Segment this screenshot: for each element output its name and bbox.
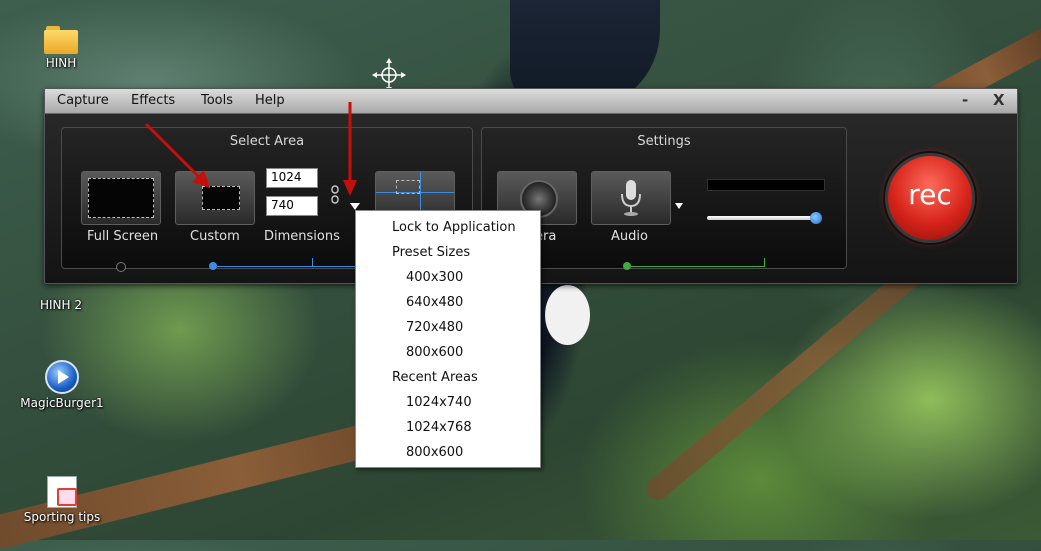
menu-tools[interactable]: Tools [201, 93, 233, 108]
menu-item-1024x768[interactable]: 1024x768 [356, 415, 540, 440]
media-player-icon [45, 360, 79, 394]
menu-help[interactable]: Help [255, 93, 285, 108]
close-button[interactable]: X [993, 91, 1005, 109]
menu-item-800x600[interactable]: 800x600 [356, 340, 540, 365]
desktop-icon-hinh[interactable]: HINH [36, 26, 86, 70]
menu-item-lock-to-application[interactable]: Lock to Application [356, 215, 540, 240]
volume-slider-knob[interactable] [810, 212, 822, 224]
select-area-track [217, 266, 367, 267]
lock-aspect-icon[interactable] [330, 185, 340, 205]
desktop-icon-hinh-2[interactable]: HINH 2 [26, 296, 96, 312]
desktop-icon-label: HINH 2 [39, 298, 82, 312]
menu-bar: Capture Effects Tools Help - X [45, 89, 1017, 114]
audio-level-meter [707, 179, 825, 191]
audio-button[interactable] [591, 171, 671, 225]
width-input[interactable]: 1024 [266, 168, 318, 188]
settings-tick [764, 258, 765, 266]
folder-icon [44, 26, 78, 54]
crosshair-cursor-icon [372, 58, 406, 92]
menu-capture[interactable]: Capture [57, 93, 109, 108]
menu-item-400x300[interactable]: 400x300 [356, 265, 540, 290]
height-input[interactable]: 740 [266, 196, 318, 216]
full-screen-indicator [116, 262, 126, 272]
record-button[interactable]: rec [885, 153, 975, 243]
select-area-title: Select Area [229, 134, 305, 149]
document-icon [47, 476, 77, 508]
background-bird-belly [545, 285, 590, 345]
menu-item-640x480[interactable]: 640x480 [356, 290, 540, 315]
minimize-button[interactable]: - [962, 91, 968, 109]
desktop-icon-sporting-tips[interactable]: Sporting tips [14, 476, 110, 524]
annotation-arrow-custom [144, 122, 210, 188]
dimensions-label: Dimensions [264, 229, 340, 244]
settings-track [631, 266, 765, 267]
volume-slider[interactable] [707, 216, 817, 220]
annotation-arrow-dropdown [343, 102, 357, 196]
custom-indicator [209, 262, 217, 270]
menu-item-720x480[interactable]: 720x480 [356, 315, 540, 340]
menu-item-1024x740[interactable]: 1024x740 [356, 390, 540, 415]
menu-item-800x600-recent[interactable]: 800x600 [356, 440, 540, 465]
desktop-icon-magicburger1[interactable]: MagicBurger1 [14, 360, 110, 410]
desktop-icon-label: HINH [45, 56, 77, 70]
custom-label: Custom [190, 229, 240, 244]
settings-title: Settings [637, 134, 691, 149]
dimensions-dropdown-menu: Lock to Application Preset Sizes 400x300… [355, 210, 541, 468]
menu-item-preset-sizes[interactable]: Preset Sizes [356, 240, 540, 265]
microphone-icon [621, 180, 641, 216]
audio-indicator [623, 262, 631, 270]
desktop-icon-label: Sporting tips [23, 510, 101, 524]
audio-label: Audio [611, 229, 648, 244]
menu-effects[interactable]: Effects [131, 93, 175, 108]
select-area-tick [312, 258, 313, 266]
full-screen-label: Full Screen [87, 229, 159, 244]
desktop-icon-label: MagicBurger1 [20, 396, 104, 410]
menu-item-recent-areas[interactable]: Recent Areas [356, 365, 540, 390]
audio-dropdown-icon[interactable] [675, 203, 683, 210]
